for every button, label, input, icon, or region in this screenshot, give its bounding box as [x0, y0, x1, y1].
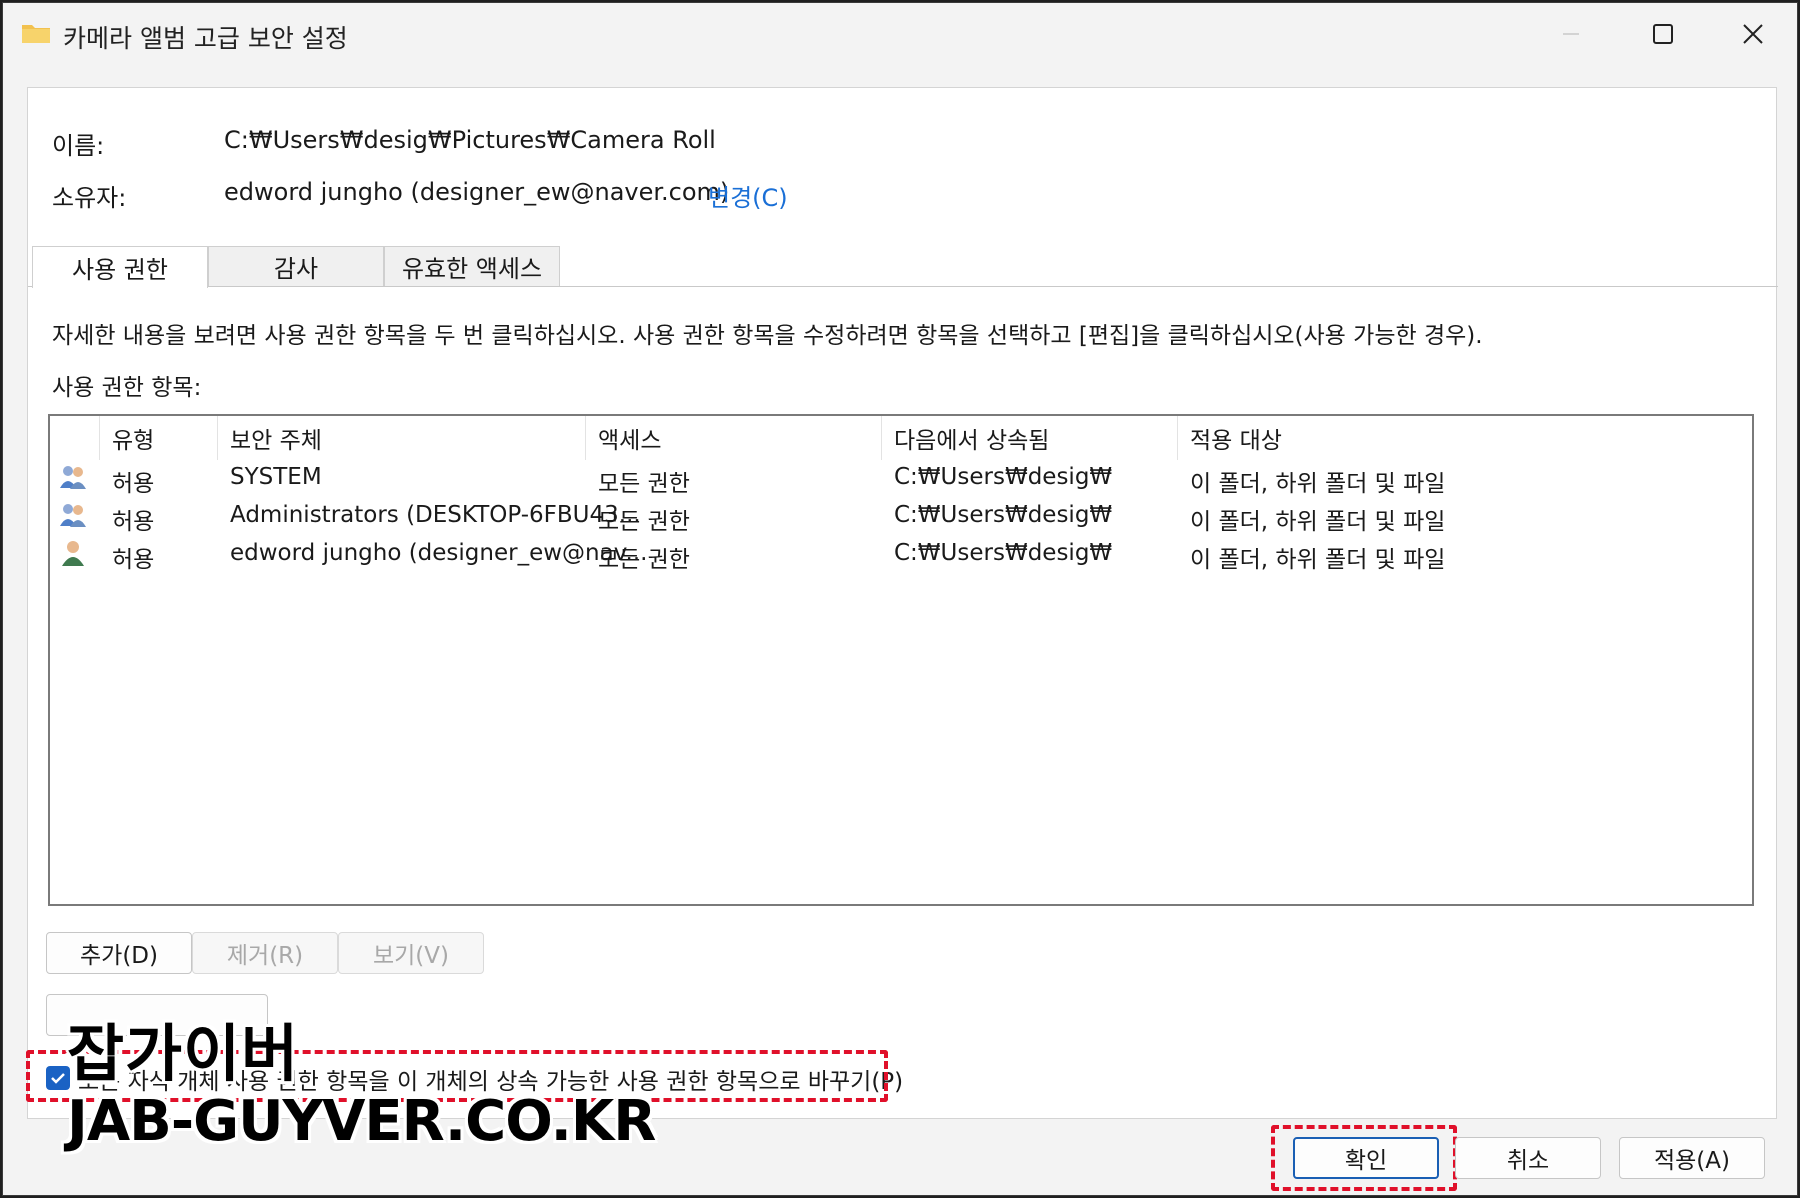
user-icon: [62, 541, 84, 566]
row-applies-to: 이 폴더, 하위 폴더 및 파일: [1190, 509, 1446, 535]
row-applies-to: 이 폴더, 하위 폴더 및 파일: [1190, 471, 1446, 497]
owner-value: edword jungho (designer_ew@naver.com): [224, 178, 730, 206]
tab-divider: [28, 286, 1778, 287]
row-access: 모든 권한: [598, 471, 690, 497]
close-button[interactable]: [1707, 3, 1797, 65]
row-principal: SYSTEM: [230, 464, 322, 490]
group-users-icon: [60, 504, 86, 527]
tab-effective-access[interactable]: 유효한 액세스: [384, 246, 560, 286]
maximize-icon: [1653, 24, 1673, 44]
view-button[interactable]: 보기(V): [338, 932, 484, 974]
row-access: 모든 권한: [598, 547, 690, 573]
window-title: 카메라 앨범 고급 보안 설정: [63, 24, 348, 53]
column-header-icon[interactable]: [50, 416, 100, 460]
row-principal: edword jungho (designer_ew@nav...: [230, 540, 648, 566]
add-button[interactable]: 추가(D): [46, 932, 192, 974]
table-row[interactable]: 허용 edword jungho (designer_ew@nav... 모든 …: [50, 536, 1752, 574]
minimize-icon: [1563, 33, 1579, 35]
permission-entries-label: 사용 권한 항목:: [52, 375, 202, 401]
remove-button[interactable]: 제거(R): [192, 932, 338, 974]
owner-label: 소유자:: [52, 184, 127, 212]
cancel-button[interactable]: 취소: [1455, 1137, 1601, 1179]
apply-button[interactable]: 적용(A): [1619, 1137, 1765, 1179]
row-type: 허용: [112, 471, 155, 497]
row-type: 허용: [112, 509, 155, 535]
row-inherited: C:₩Users₩desig₩: [894, 464, 1113, 490]
column-header-principal[interactable]: 보안 주체: [218, 416, 586, 460]
row-access: 모든 권한: [598, 509, 690, 535]
row-inherited: C:₩Users₩desig₩: [894, 502, 1113, 528]
instructions-text: 자세한 내용을 보려면 사용 권한 항목을 두 번 클릭하십시오. 사용 권한 …: [52, 323, 1483, 349]
change-owner-link[interactable]: 변경(C): [708, 178, 788, 213]
column-header-inherited[interactable]: 다음에서 상속됨: [882, 416, 1178, 460]
row-applies-to: 이 폴더, 하위 폴더 및 파일: [1190, 547, 1446, 573]
folder-icon: [22, 25, 50, 43]
watermark-url: JAB-GUYVER.CO.KR: [67, 1089, 656, 1154]
permission-entries-list[interactable]: 유형 보안 주체 액세스 다음에서 상속됨 적용 대상 허용 SYSTEM 모든…: [48, 414, 1754, 906]
row-inherited: C:₩Users₩desig₩: [894, 540, 1113, 566]
tab-auditing[interactable]: 감사: [208, 246, 384, 286]
maximize-button[interactable]: [1617, 3, 1709, 65]
title-bar[interactable]: 카메라 앨범 고급 보안 설정: [3, 3, 1797, 65]
tab-permissions[interactable]: 사용 권한: [32, 246, 208, 288]
row-principal: Administrators (DESKTOP-6FBU43...: [230, 502, 641, 528]
security-settings-window: 카메라 앨범 고급 보안 설정 이름: C:₩Users₩desig₩Pictu…: [2, 2, 1798, 1196]
table-row[interactable]: 허용 Administrators (DESKTOP-6FBU43... 모든 …: [50, 498, 1752, 536]
name-value: C:₩Users₩desig₩Pictures₩Camera Roll: [224, 126, 716, 154]
column-header-access[interactable]: 액세스: [586, 416, 882, 460]
minimize-button[interactable]: [1525, 3, 1617, 65]
name-label: 이름:: [52, 132, 105, 160]
ok-highlight: [1271, 1125, 1457, 1191]
row-type: 허용: [112, 547, 155, 573]
column-header-type[interactable]: 유형: [100, 416, 218, 460]
table-row[interactable]: 허용 SYSTEM 모든 권한 C:₩Users₩desig₩ 이 폴더, 하위…: [50, 460, 1752, 498]
watermark-korean: 잡가이버: [67, 1017, 300, 1090]
column-header-applies-to[interactable]: 적용 대상: [1178, 416, 1554, 460]
close-icon: [1743, 24, 1763, 44]
group-users-icon: [60, 466, 86, 489]
main-panel: 이름: C:₩Users₩desig₩Pictures₩Camera Roll …: [26, 87, 1778, 1119]
